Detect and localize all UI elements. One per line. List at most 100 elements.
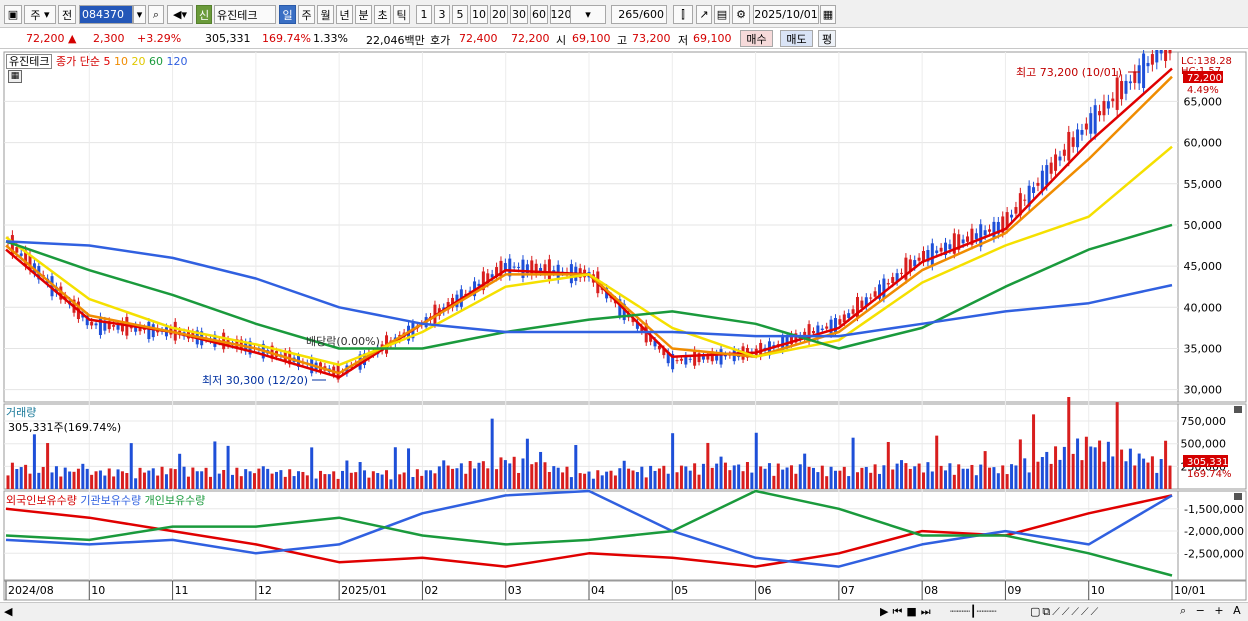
quote-bar: 72,200 ▲ 2,300 +3.29% 305,331 169.74% 1.…: [0, 28, 1248, 49]
x-tick-label: 10: [91, 584, 105, 597]
volume-bar: [134, 478, 138, 489]
volume-bar: [750, 472, 754, 489]
zoom-slider[interactable]: ┈┈┈┃┈┈┈: [950, 605, 996, 618]
candle-body: [891, 277, 895, 283]
period-button[interactable]: 초: [374, 5, 391, 24]
interval-button[interactable]: 5: [452, 5, 468, 24]
volume-close-icon[interactable]: [1234, 406, 1242, 413]
count-input[interactable]: 265/600: [611, 5, 667, 24]
candle-body: [147, 321, 151, 340]
volume-bar: [230, 474, 234, 489]
low-annotation: 최저 30,300 (12/20): [202, 374, 308, 387]
x-tick-label: 2025/01: [341, 584, 387, 597]
candle-body: [98, 316, 102, 336]
candle-body: [948, 244, 952, 250]
draw-icon[interactable]: ↗: [696, 5, 712, 24]
stock-code-input[interactable]: 084370: [79, 5, 133, 24]
candle-body: [1146, 62, 1150, 67]
market-select[interactable]: 주 ▾: [24, 5, 56, 24]
scroll-bar[interactable]: ◀ ▶⏮■⏭ ┈┈┈┃┈┈┈ ▢⧉⟋⟋⟋⟋⟋ ⌕ − + A: [0, 602, 1248, 621]
eval-button[interactable]: 평: [818, 30, 836, 47]
interval-button[interactable]: 3: [434, 5, 450, 24]
interval-button[interactable]: 1: [416, 5, 432, 24]
candle-body: [1098, 111, 1102, 116]
volume-bar: [1142, 458, 1146, 489]
volume-bar: [992, 467, 996, 489]
gear-icon[interactable]: ⚙: [732, 5, 750, 24]
price-change-pct: +3.29%: [137, 32, 182, 45]
playback-controls[interactable]: ▶⏮■⏭: [880, 605, 935, 619]
volume-bar: [935, 435, 939, 489]
interval-button[interactable]: 20: [490, 5, 508, 24]
volume-bar: [622, 460, 626, 489]
volume-bar: [1164, 440, 1168, 489]
volume-bar: [389, 479, 393, 489]
candle-body: [1040, 170, 1044, 190]
volume-bar: [534, 462, 538, 489]
volume-bar: [486, 468, 490, 489]
candle-body: [112, 325, 116, 327]
period-button[interactable]: 분: [355, 5, 372, 24]
period-button[interactable]: 주: [298, 5, 315, 24]
candle-body: [847, 313, 851, 318]
date-input[interactable]: 2025/10/01: [753, 5, 819, 24]
x-tick-label: 05: [674, 584, 688, 597]
holder-y-tick: -1,500,000: [1184, 503, 1244, 516]
grid-icon[interactable]: ▦: [8, 70, 22, 83]
high-label: 고: [617, 34, 628, 47]
volume-bar: [402, 472, 406, 489]
volume-bar: [481, 461, 485, 489]
speaker-icon[interactable]: ◀▾: [167, 5, 193, 24]
volume-bar: [90, 474, 94, 489]
stock-chart[interactable]: 30,000 35,000 40,000 45,000 50,000 55,000 60,0…: [0, 50, 1248, 602]
interval-button[interactable]: 60: [530, 5, 548, 24]
candle-icon[interactable]: ⫿: [673, 5, 693, 24]
search-icon[interactable]: ⌕: [148, 5, 164, 24]
volume-bar: [503, 460, 507, 489]
period-button[interactable]: 일: [279, 5, 296, 24]
calendar-icon[interactable]: ▦: [820, 5, 836, 24]
tool-icons[interactable]: ▢⧉⟋⟋⟋⟋⟋: [1030, 605, 1100, 619]
interval-button[interactable]: 10: [470, 5, 488, 24]
period-button[interactable]: 월: [317, 5, 334, 24]
x-tick-label: 08: [924, 584, 938, 597]
volume-bar: [195, 471, 199, 489]
period-button[interactable]: 년: [336, 5, 353, 24]
volume-bar: [72, 471, 76, 489]
candle-body: [842, 314, 846, 323]
legend-close: 종가 단순: [55, 55, 100, 68]
volume-bar: [1084, 436, 1088, 489]
period-button[interactable]: 틱: [393, 5, 410, 24]
volume-bar: [235, 467, 239, 489]
layout-icon[interactable]: ▣: [4, 5, 22, 24]
stock-name: 유진테크: [214, 5, 276, 24]
volume-bar: [248, 471, 252, 489]
candle-body: [1115, 77, 1119, 110]
y-tick-label: 45,000: [1184, 260, 1223, 273]
price-value: 72,200: [26, 32, 65, 45]
candle-body: [517, 266, 521, 268]
volume-bar: [983, 451, 987, 489]
volume-bar: [415, 469, 419, 489]
candle-body: [547, 259, 551, 280]
period-select[interactable]: ▾: [570, 5, 606, 24]
prev-button[interactable]: 전: [58, 5, 76, 24]
save-icon[interactable]: ▤: [714, 5, 730, 24]
sell-button[interactable]: 매도: [780, 30, 813, 47]
interval-button[interactable]: 120: [550, 5, 572, 24]
volume-bar: [767, 463, 771, 489]
legend-stock-name[interactable]: 유진테크: [6, 54, 53, 69]
zoom-controls[interactable]: ⌕ − + A: [1180, 604, 1244, 618]
volume-bar: [283, 476, 287, 489]
volume-bar: [446, 465, 450, 489]
candle-body: [939, 247, 943, 252]
legend-ma20: 20: [131, 55, 146, 68]
credit-badge: 신: [196, 5, 212, 24]
chevron-down-icon[interactable]: ▾: [133, 5, 146, 24]
holder-close-icon[interactable]: [1234, 493, 1242, 500]
scroll-left-icon[interactable]: ◀: [4, 605, 12, 618]
volume-bar: [1049, 463, 1053, 489]
interval-button[interactable]: 30: [510, 5, 528, 24]
volume-bar: [948, 463, 952, 489]
buy-button[interactable]: 매수: [740, 30, 773, 47]
